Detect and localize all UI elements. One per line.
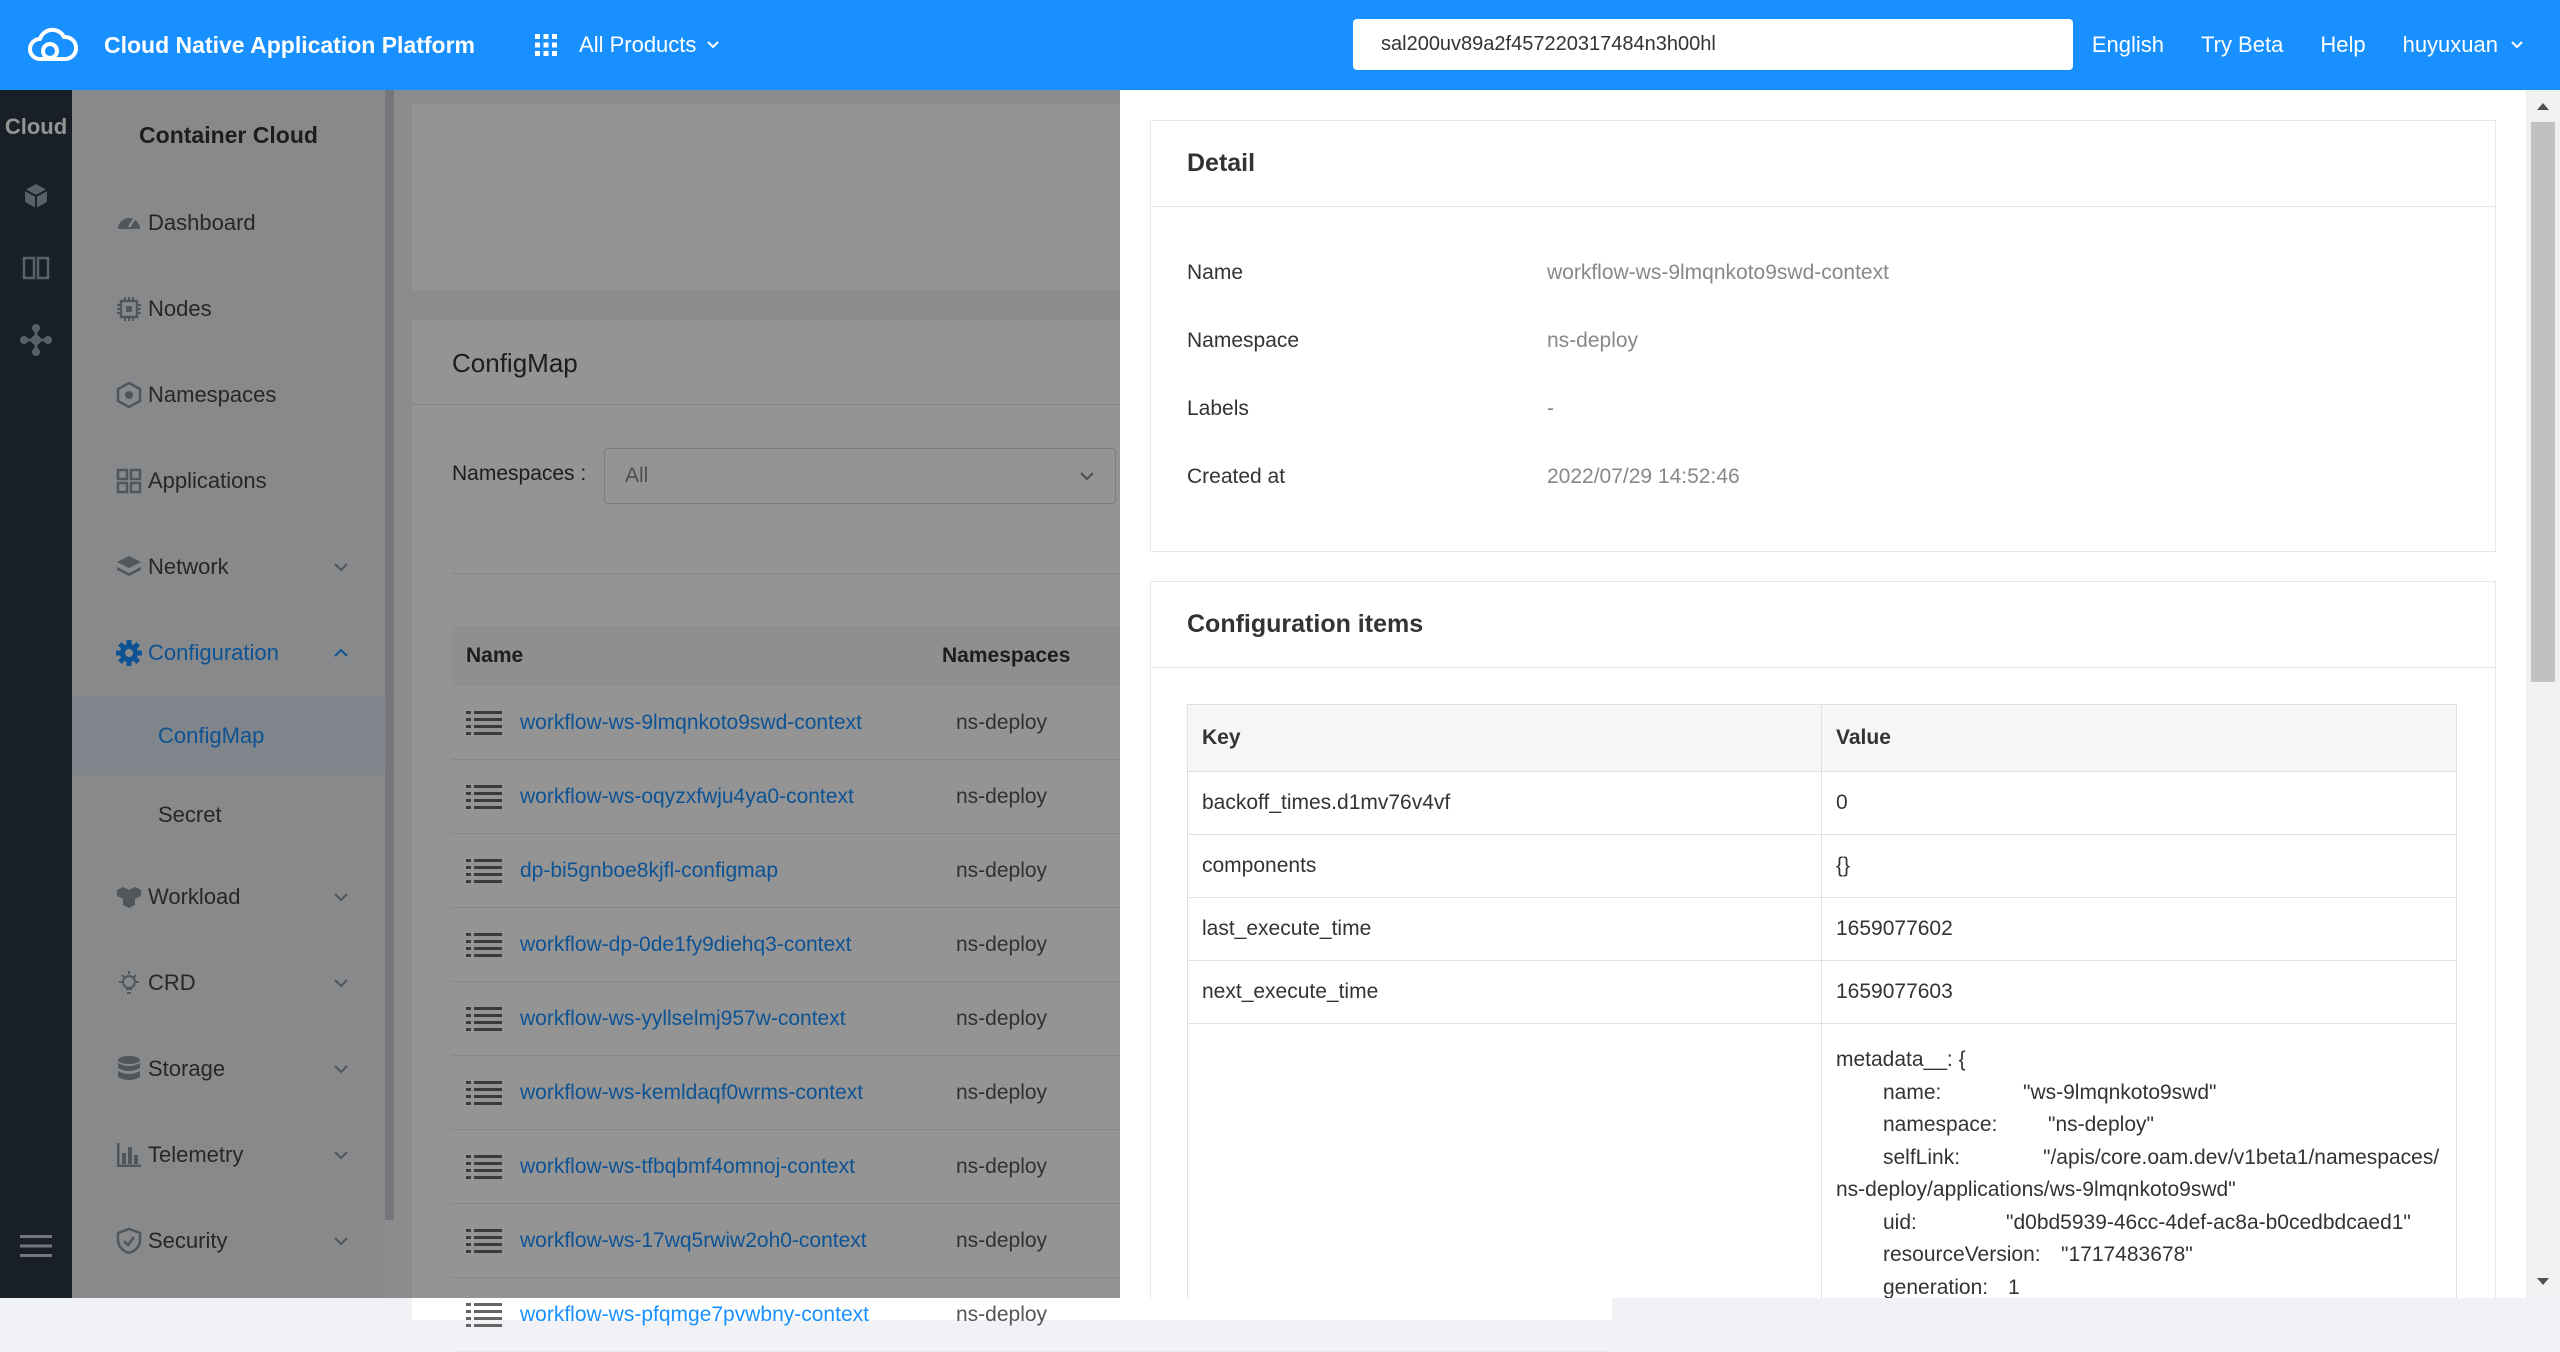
cloud-logo-icon[interactable] bbox=[26, 19, 78, 71]
metadata-key: namespace: bbox=[1883, 1113, 1998, 1136]
config-key: last_execute_time bbox=[1188, 898, 1822, 960]
configuration-items-title: Configuration items bbox=[1151, 582, 2495, 668]
brand-title[interactable]: Cloud Native Application Platform bbox=[104, 32, 475, 59]
table-row: components {} bbox=[1188, 834, 2456, 897]
detail-row-labels: Labels - bbox=[1151, 375, 2495, 443]
metadata-val: "d0bd5939-46cc-4def-ac8a-b0cedbdcaed1" bbox=[2006, 1210, 2411, 1234]
list-icon bbox=[466, 1302, 506, 1328]
config-value: {} bbox=[1836, 854, 1851, 877]
detail-row-name: Name workflow-ws-9lmqnkoto9swd-context bbox=[1151, 239, 2495, 307]
detail-value: 2022/07/29 14:52:46 bbox=[1547, 465, 1740, 488]
configmap-name-link[interactable]: workflow-ws-pfqmge7pvwbny-context bbox=[520, 1303, 956, 1327]
detail-value: - bbox=[1547, 397, 1554, 420]
language-link[interactable]: English bbox=[2092, 32, 2164, 58]
configuration-items-table: Key Value backoff_times.d1mv76v4vf 0 com… bbox=[1187, 704, 2457, 1298]
metadata-open: metadata__: { bbox=[1836, 1048, 1966, 1071]
detail-title: Detail bbox=[1151, 121, 2495, 207]
detail-drawer: Detail Name workflow-ws-9lmqnkoto9swd-co… bbox=[1120, 90, 2560, 1298]
drawer-scrollbar[interactable] bbox=[2526, 90, 2560, 1298]
metadata-key: resourceVersion: bbox=[1883, 1243, 2041, 1266]
column-header-key: Key bbox=[1188, 705, 1822, 771]
column-header-value: Value bbox=[1836, 726, 1891, 749]
detail-key: Labels bbox=[1187, 397, 1249, 420]
metadata-line: generation: 1 bbox=[1836, 1272, 2442, 1299]
scroll-up-arrow-icon[interactable] bbox=[2526, 94, 2560, 118]
metadata-val: "ns-deploy" bbox=[2048, 1113, 2154, 1136]
metadata-key: name: bbox=[1883, 1080, 1942, 1104]
metadata-val: "ws-9lmqnkoto9swd" bbox=[2023, 1080, 2217, 1104]
detail-key: Created at bbox=[1187, 465, 1286, 488]
detail-card: Detail Name workflow-ws-9lmqnkoto9swd-co… bbox=[1150, 120, 2496, 552]
user-menu[interactable]: huyuxuan bbox=[2403, 32, 2524, 58]
top-nav: English Try Beta Help huyuxuan bbox=[2092, 0, 2560, 90]
metadata-val: 1 bbox=[2008, 1275, 2020, 1299]
metadata-val: "1717483678" bbox=[2061, 1243, 2193, 1266]
configuration-items-card: Configuration items Key Value backoff_ti… bbox=[1150, 581, 2496, 1298]
config-value: 1659077603 bbox=[1836, 980, 1953, 1003]
config-key: components bbox=[1188, 835, 1822, 897]
metadata-line: name: "ws-9lmqnkoto9swd" bbox=[1836, 1077, 2442, 1110]
username: huyuxuan bbox=[2402, 32, 2498, 57]
metadata-key: selfLink: bbox=[1883, 1145, 1961, 1169]
configmap-namespace: ns-deploy bbox=[956, 1302, 1048, 1326]
chevron-down-icon bbox=[706, 40, 720, 50]
table-row: backoff_times.d1mv76v4vf 0 bbox=[1188, 771, 2456, 834]
apps-grid-icon bbox=[535, 34, 558, 56]
chevron-down-icon bbox=[2511, 41, 2523, 49]
metadata-line: resourceVersion: "1717483678" bbox=[1836, 1239, 2442, 1272]
metadata-key: generation: bbox=[1883, 1275, 1989, 1299]
table-row-metadata: metadata__: { name: "ws-9lmqnkoto9swd" na… bbox=[1188, 1023, 2456, 1298]
config-key bbox=[1188, 1024, 1822, 1298]
config-value: 0 bbox=[1836, 791, 1848, 814]
detail-value: ns-deploy bbox=[1547, 329, 1639, 352]
config-value: 1659077602 bbox=[1836, 917, 1953, 940]
metadata-value: metadata__: { name: "ws-9lmqnkoto9swd" na… bbox=[1822, 1024, 2456, 1298]
metadata-line: uid: "d0bd5939-46cc-4def-ac8a-b0cedbdcaed… bbox=[1836, 1207, 2442, 1240]
config-key: backoff_times.d1mv76v4vf bbox=[1188, 772, 1822, 834]
table-row: next_execute_time 1659077603 bbox=[1188, 960, 2456, 1023]
help-link[interactable]: Help bbox=[2320, 32, 2365, 58]
detail-row-namespace: Namespace ns-deploy bbox=[1151, 307, 2495, 375]
all-products-label: All Products bbox=[579, 32, 697, 57]
all-products-menu[interactable]: All Products bbox=[535, 32, 720, 58]
detail-key: Namespace bbox=[1187, 329, 1300, 352]
table-header: Key Value bbox=[1188, 705, 2456, 771]
detail-row-created-at: Created at 2022/07/29 14:52:46 bbox=[1151, 443, 2495, 511]
detail-value: workflow-ws-9lmqnkoto9swd-context bbox=[1547, 261, 1889, 284]
modal-overlay[interactable] bbox=[0, 90, 1120, 1298]
try-beta-link[interactable]: Try Beta bbox=[2201, 32, 2283, 58]
scrollbar-thumb[interactable] bbox=[2531, 122, 2555, 682]
metadata-line: namespace: "ns-deploy" bbox=[1836, 1109, 2442, 1142]
scroll-down-arrow-icon[interactable] bbox=[2526, 1270, 2560, 1294]
top-bar: Cloud Native Application Platform All Pr… bbox=[0, 0, 2560, 90]
detail-key: Name bbox=[1187, 261, 1244, 284]
search-input[interactable] bbox=[1353, 19, 2073, 70]
config-key: next_execute_time bbox=[1188, 961, 1822, 1023]
metadata-line: selfLink: "/apis/core.oam.dev/v1beta1/nam… bbox=[1836, 1142, 2442, 1207]
metadata-key: uid: bbox=[1883, 1210, 1917, 1234]
table-row: last_execute_time 1659077602 bbox=[1188, 897, 2456, 960]
